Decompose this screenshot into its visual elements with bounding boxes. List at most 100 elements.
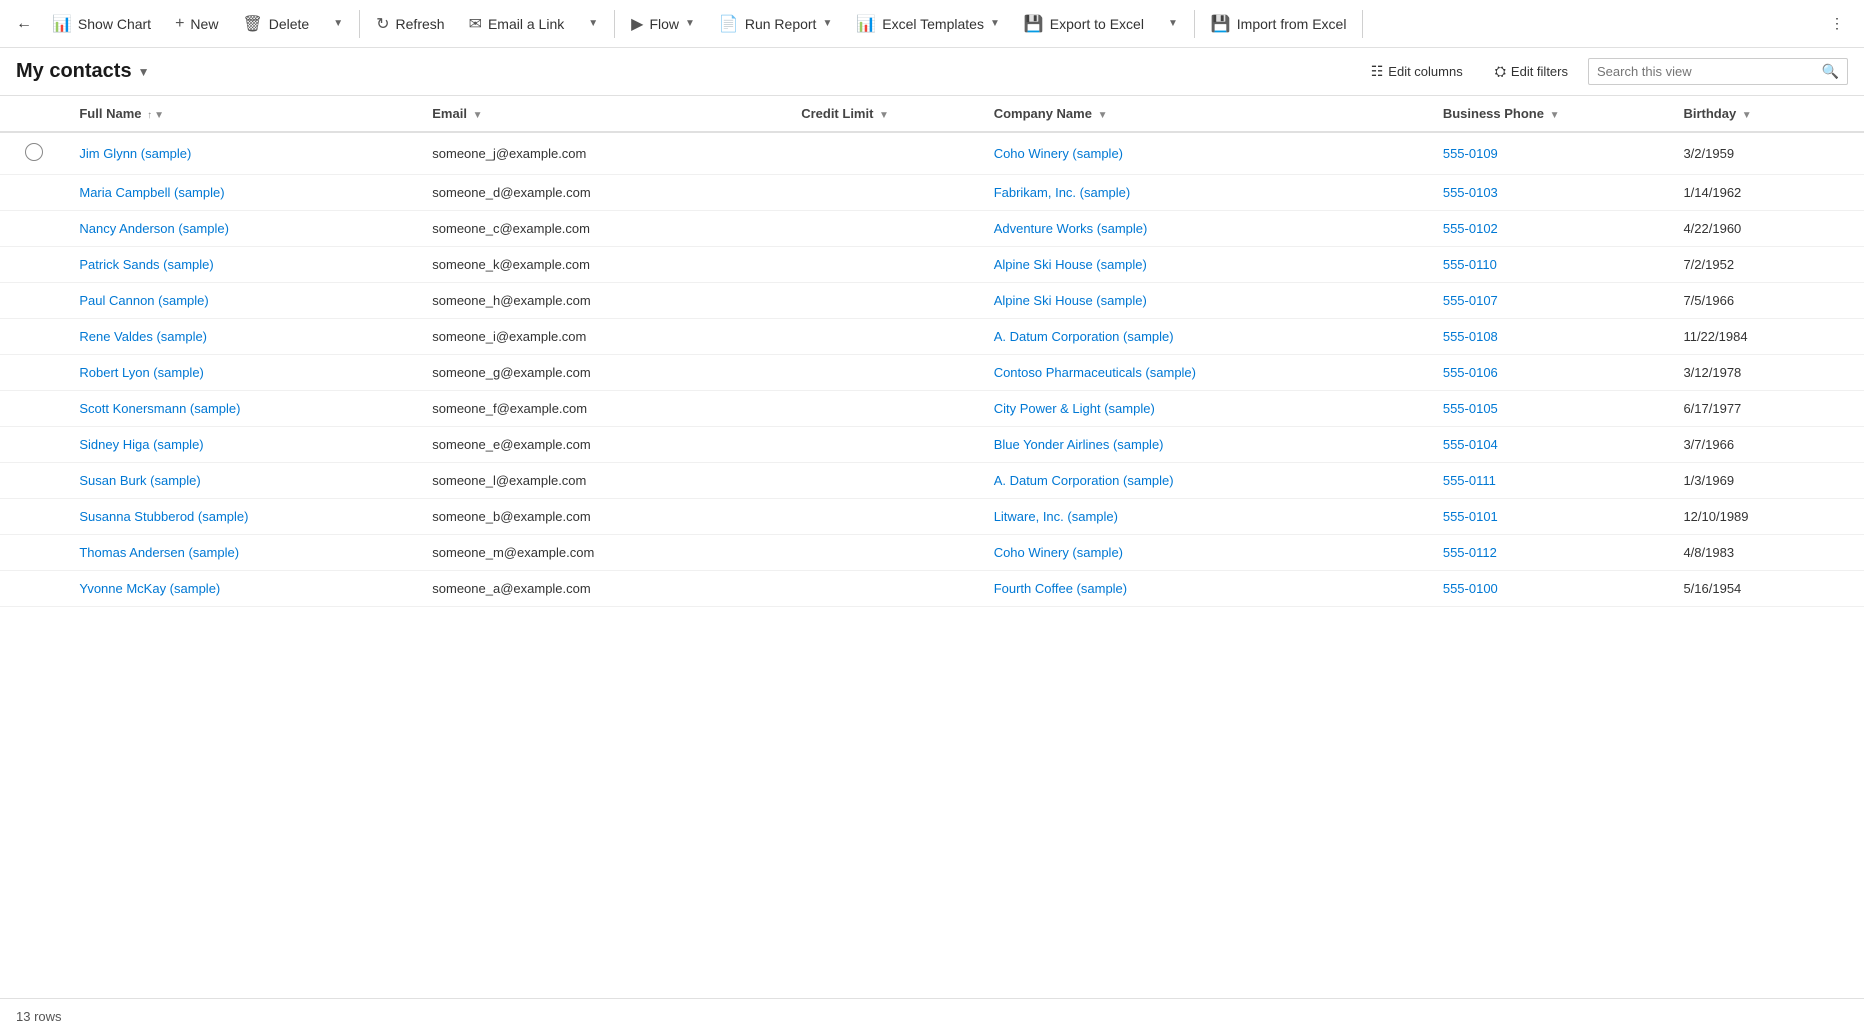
fullname-link[interactable]: Rene Valdes (sample) <box>79 329 207 344</box>
more-options-button[interactable]: ⋮ <box>1818 9 1856 38</box>
fullname-link[interactable]: Yvonne McKay (sample) <box>79 581 220 596</box>
credit-limit-cell <box>789 391 981 427</box>
birthday-cell: 12/10/1989 <box>1671 499 1864 535</box>
chart-icon: 📊 <box>52 14 72 34</box>
birthday-cell: 7/2/1952 <box>1671 247 1864 283</box>
business-phone-link[interactable]: 555-0105 <box>1443 401 1498 416</box>
page-title: My contacts <box>16 60 132 83</box>
email-cell: someone_j@example.com <box>420 132 789 175</box>
flow-button[interactable]: ▶ Flow ▼ <box>619 8 707 40</box>
email-cell: someone_g@example.com <box>420 355 789 391</box>
chevron-down-icon-2: ▼ <box>588 18 598 29</box>
business-phone-link[interactable]: 555-0100 <box>1443 581 1498 596</box>
page-title-chevron-icon[interactable]: ▼ <box>138 65 150 79</box>
delete-button[interactable]: 🗑 Delete <box>230 8 321 40</box>
email-cell: someone_a@example.com <box>420 571 789 607</box>
business-phone-link[interactable]: 555-0104 <box>1443 437 1498 452</box>
email-link-chevron-button[interactable]: ▼ <box>576 12 610 35</box>
fullname-link[interactable]: Susan Burk (sample) <box>79 473 200 488</box>
business-phone-link[interactable]: 555-0102 <box>1443 221 1498 236</box>
fullname-link[interactable]: Thomas Andersen (sample) <box>79 545 239 560</box>
show-chart-button[interactable]: 📊 Show Chart <box>40 8 163 40</box>
company-name-link[interactable]: A. Datum Corporation (sample) <box>994 329 1174 344</box>
company-name-link[interactable]: Litware, Inc. (sample) <box>994 509 1118 524</box>
business-phone-link[interactable]: 555-0101 <box>1443 509 1498 524</box>
search-box[interactable]: 🔍 <box>1588 58 1848 85</box>
business-phone-link[interactable]: 555-0106 <box>1443 365 1498 380</box>
business-phone-link[interactable]: 555-0107 <box>1443 293 1498 308</box>
birthday-cell: 6/17/1977 <box>1671 391 1864 427</box>
table-row: Patrick Sands (sample)someone_k@example.… <box>0 247 1864 283</box>
table-row: Robert Lyon (sample) someone_g@example.co… <box>0 355 1864 391</box>
excel-templates-label: Excel Templates <box>882 16 984 32</box>
email-cell: someone_e@example.com <box>420 427 789 463</box>
company-name-link[interactable]: Alpine Ski House (sample) <box>994 257 1147 272</box>
company-name-link[interactable]: Contoso Pharmaceuticals (sample) <box>994 365 1196 380</box>
email-cell: someone_b@example.com <box>420 499 789 535</box>
export-excel-chevron-button[interactable]: ▼ <box>1156 12 1190 35</box>
birthday-cell: 4/8/1983 <box>1671 535 1864 571</box>
email-link-button[interactable]: ✉ Email a Link <box>457 8 577 40</box>
fullname-link[interactable]: Robert Lyon (sample) <box>79 365 204 380</box>
email-cell: someone_i@example.com <box>420 319 789 355</box>
business-phone-link[interactable]: 555-0108 <box>1443 329 1498 344</box>
business-phone-link[interactable]: 555-0109 <box>1443 146 1498 161</box>
divider-1 <box>359 10 360 38</box>
business-phone-link[interactable]: 555-0110 <box>1443 257 1497 272</box>
col-header-birthday[interactable]: Birthday ▼ <box>1671 96 1864 132</box>
fullname-link[interactable]: Sidney Higa (sample) <box>79 437 203 452</box>
fullname-link[interactable]: Nancy Anderson (sample) <box>79 221 229 236</box>
excel-templates-button[interactable]: 📊 Excel Templates ▼ <box>844 8 1012 40</box>
export-excel-button[interactable]: 💾 Export to Excel <box>1012 8 1156 40</box>
table-body: Jim Glynn (sample) someone_j@example.com C… <box>0 132 1864 607</box>
edit-filters-button[interactable]: ⛭ Edit filters <box>1483 58 1580 85</box>
company-name-link[interactable]: A. Datum Corporation (sample) <box>994 473 1174 488</box>
import-icon: 💾 <box>1211 14 1231 34</box>
company-name-link[interactable]: Fabrikam, Inc. (sample) <box>994 185 1131 200</box>
table-row: Yvonne McKay (sample) someone_a@example.c… <box>0 571 1864 607</box>
filter-credit-icon: ▼ <box>879 110 889 121</box>
fullname-link[interactable]: Patrick Sands (sample) <box>79 257 213 272</box>
search-input[interactable] <box>1597 64 1816 79</box>
fullname-link[interactable]: Paul Cannon (sample) <box>79 293 208 308</box>
fullname-link[interactable]: Maria Campbell (sample) <box>79 185 224 200</box>
col-header-fullname[interactable]: Full Name ↑▼ <box>67 96 420 132</box>
row-checkbox[interactable] <box>25 143 43 161</box>
business-phone-link[interactable]: 555-0112 <box>1443 545 1497 560</box>
run-report-button[interactable]: 📄 Run Report ▼ <box>707 8 844 40</box>
company-name-link[interactable]: Coho Winery (sample) <box>994 545 1123 560</box>
filter-fullname-icon: ▼ <box>154 110 164 121</box>
business-phone-link[interactable]: 555-0111 <box>1443 473 1496 488</box>
col-header-business-phone[interactable]: Business Phone ▼ <box>1431 96 1672 132</box>
email-cell: someone_c@example.com <box>420 211 789 247</box>
company-name-link[interactable]: Alpine Ski House (sample) <box>994 293 1147 308</box>
col-header-email[interactable]: Email ▼ <box>420 96 789 132</box>
business-phone-link[interactable]: 555-0103 <box>1443 185 1498 200</box>
sort-asc-icon: ↑ <box>147 110 152 121</box>
company-name-link[interactable]: Adventure Works (sample) <box>994 221 1148 236</box>
company-name-link[interactable]: Fourth Coffee (sample) <box>994 581 1127 596</box>
company-name-link[interactable]: Blue Yonder Airlines (sample) <box>994 437 1164 452</box>
credit-limit-cell <box>789 499 981 535</box>
table-row: Susanna Stubberod (sample) someone_b@exam… <box>0 499 1864 535</box>
col-header-credit-limit[interactable]: Credit Limit ▼ <box>789 96 981 132</box>
import-excel-button[interactable]: 💾 Import from Excel <box>1199 8 1359 40</box>
table-row: Thomas Andersen (sample)someone_m@exampl… <box>0 535 1864 571</box>
edit-columns-button[interactable]: ☷ Edit columns <box>1359 58 1475 85</box>
chevron-down-icon: ▼ <box>333 18 343 29</box>
credit-limit-cell <box>789 427 981 463</box>
refresh-button[interactable]: ↻ Refresh <box>364 8 456 40</box>
col-header-company-name[interactable]: Company Name ▼ <box>982 96 1431 132</box>
back-button[interactable]: ← <box>8 8 40 40</box>
fullname-link[interactable]: Susanna Stubberod (sample) <box>79 509 248 524</box>
delete-chevron-button[interactable]: ▼ <box>321 12 355 35</box>
fullname-link[interactable]: Jim Glynn (sample) <box>79 146 191 161</box>
chevron-down-icon-5: ▼ <box>990 18 1000 29</box>
birthday-cell: 3/2/1959 <box>1671 132 1864 175</box>
new-button[interactable]: + New <box>163 9 230 39</box>
fullname-link[interactable]: Scott Konersmann (sample) <box>79 401 240 416</box>
email-cell: someone_f@example.com <box>420 391 789 427</box>
company-name-link[interactable]: Coho Winery (sample) <box>994 146 1123 161</box>
company-name-link[interactable]: City Power & Light (sample) <box>994 401 1155 416</box>
flow-label: Flow <box>649 16 679 32</box>
